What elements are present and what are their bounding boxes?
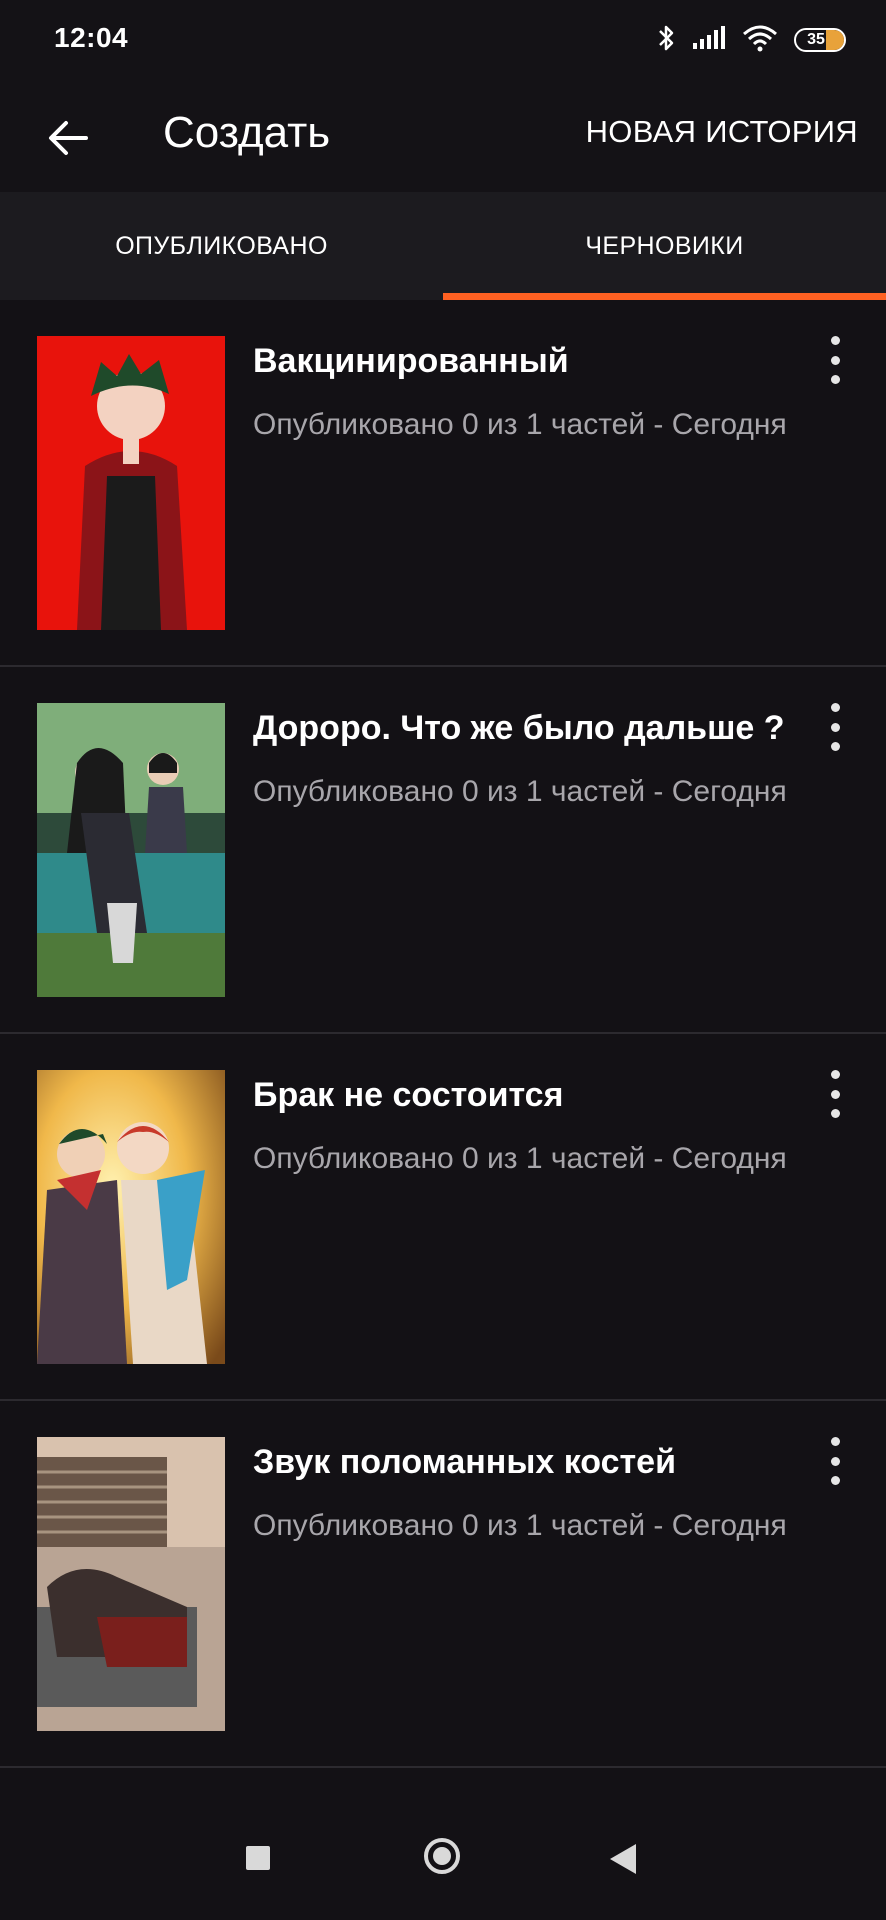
more-options-icon[interactable] xyxy=(820,336,850,384)
more-options-icon[interactable] xyxy=(820,1437,850,1485)
battery-icon: 35 xyxy=(794,28,846,52)
system-nav-bar xyxy=(0,1806,886,1920)
story-meta: Опубликовано 0 из 1 частей - Сегодня xyxy=(253,1142,787,1175)
wifi-icon xyxy=(742,24,778,57)
active-tab-indicator xyxy=(443,293,886,300)
app-bar: Создать НОВАЯ ИСТОРИЯ xyxy=(0,84,886,192)
recents-square-icon[interactable] xyxy=(246,1846,270,1870)
new-story-button[interactable]: НОВАЯ ИСТОРИЯ xyxy=(586,114,858,150)
home-circle-icon[interactable] xyxy=(424,1838,460,1874)
tab-published[interactable]: ОПУБЛИКОВАНО xyxy=(0,192,443,300)
bluetooth-icon xyxy=(656,23,676,58)
status-time: 12:04 xyxy=(54,22,129,53)
status-bar: 12:04 35 xyxy=(0,0,886,84)
page-title: Создать xyxy=(163,108,331,157)
status-icons: 35 xyxy=(656,20,846,60)
battery-level: 35 xyxy=(807,31,825,48)
story-title: Звук поломанных костей xyxy=(253,1443,676,1481)
story-cover xyxy=(37,1070,225,1364)
story-item[interactable]: Звук поломанных костей Опубликовано 0 из… xyxy=(0,1401,886,1768)
story-meta: Опубликовано 0 из 1 частей - Сегодня xyxy=(253,408,787,441)
story-item[interactable]: Вакцинированный Опубликовано 0 из 1 част… xyxy=(0,300,886,667)
story-cover xyxy=(37,703,225,997)
back-button[interactable] xyxy=(36,106,100,170)
story-cover xyxy=(37,1437,225,1731)
tab-drafts[interactable]: ЧЕРНОВИКИ xyxy=(443,192,886,300)
back-triangle-icon[interactable] xyxy=(610,1844,636,1874)
signal-icon xyxy=(692,25,726,56)
more-options-icon[interactable] xyxy=(820,1070,850,1118)
story-title: Брак не состоится xyxy=(253,1076,564,1114)
story-title: Вакцинированный xyxy=(253,342,569,380)
story-item[interactable]: Дороро. Что же было дальше ? Опубликован… xyxy=(0,667,886,1034)
more-options-icon[interactable] xyxy=(820,703,850,751)
story-meta: Опубликовано 0 из 1 частей - Сегодня xyxy=(253,775,787,808)
tab-bar: ОПУБЛИКОВАНО ЧЕРНОВИКИ xyxy=(0,192,886,300)
story-meta: Опубликовано 0 из 1 частей - Сегодня xyxy=(253,1509,787,1542)
story-item[interactable]: Брак не состоится Опубликовано 0 из 1 ча… xyxy=(0,1034,886,1401)
story-title: Дороро. Что же было дальше ? xyxy=(253,709,785,747)
arrow-left-icon xyxy=(49,121,88,155)
story-cover xyxy=(37,336,225,630)
